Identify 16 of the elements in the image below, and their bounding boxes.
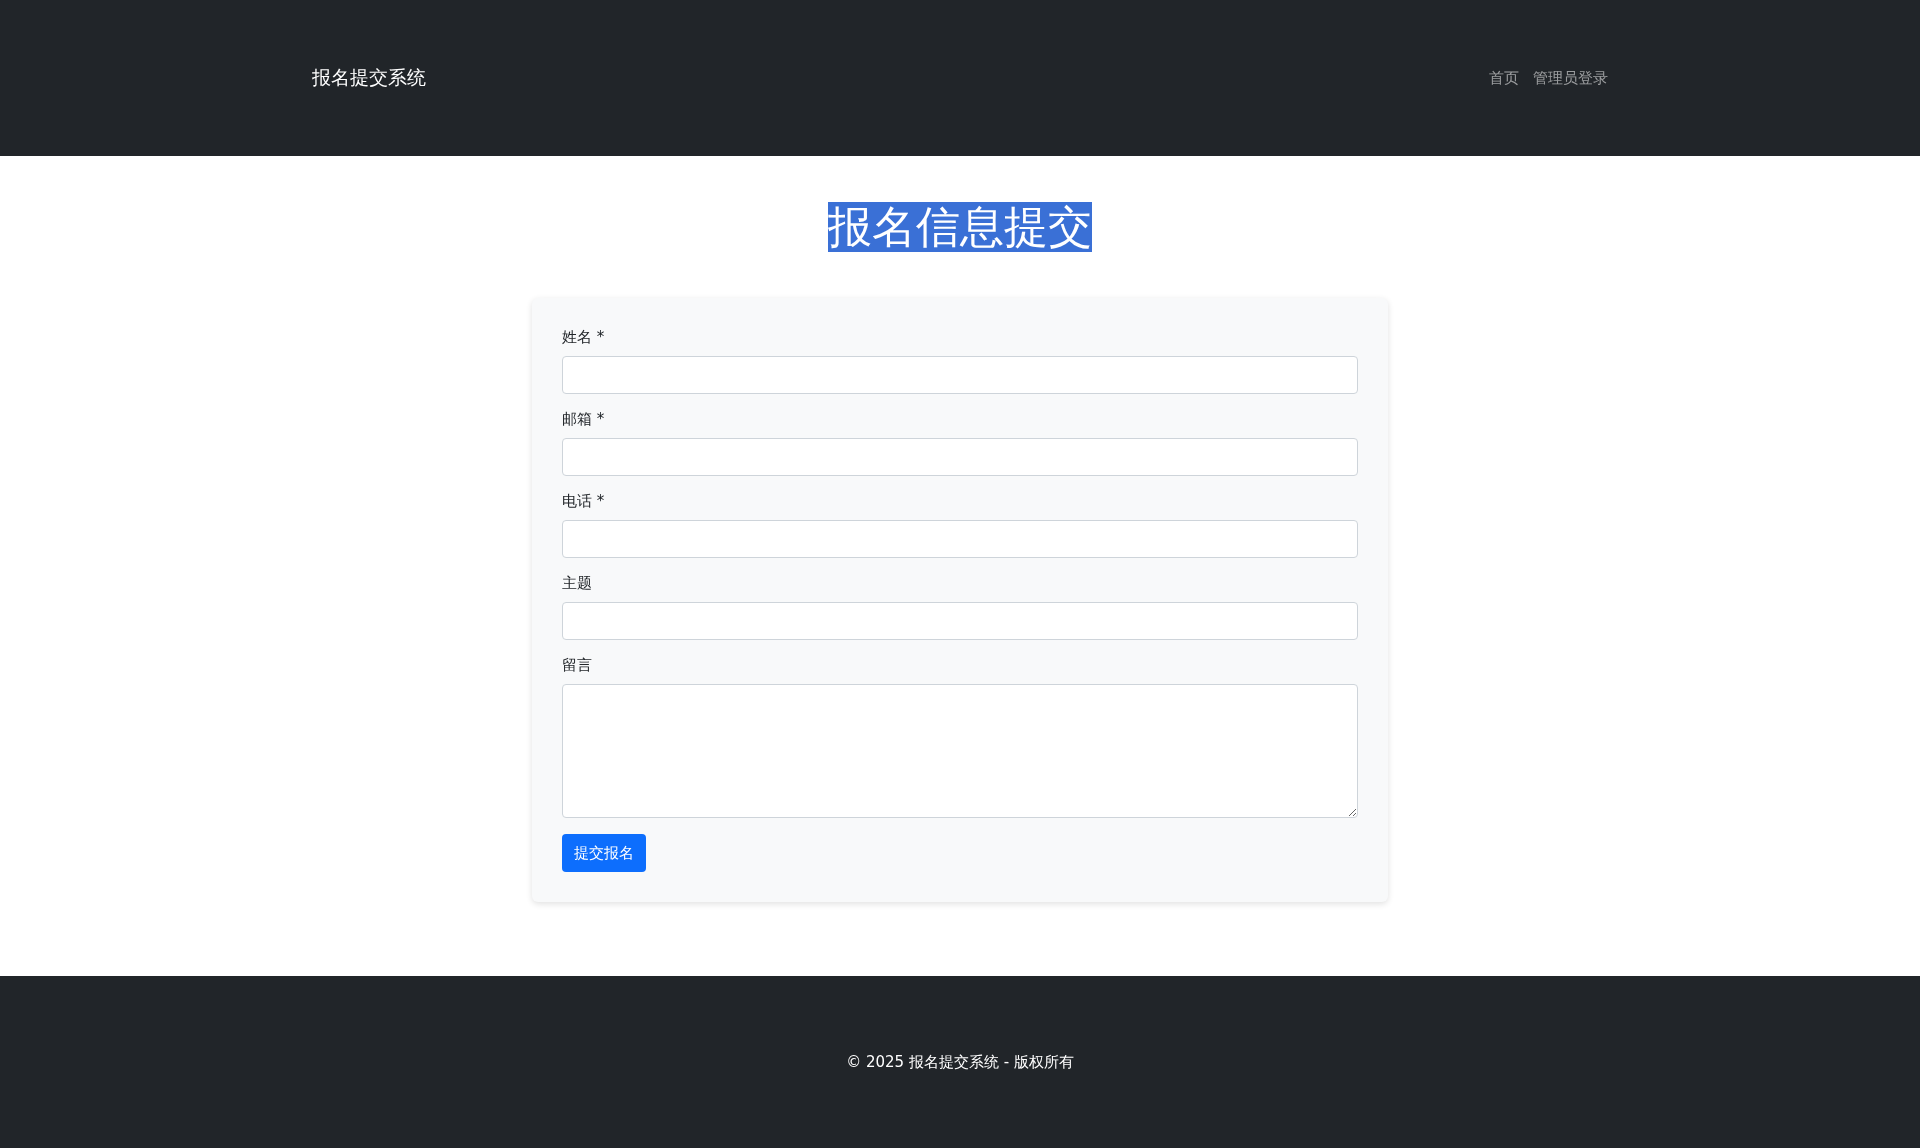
field-label: 邮箱 * (562, 410, 606, 429)
nav-link[interactable]: 管理员登录 (1533, 68, 1608, 88)
submit-button[interactable]: 提交报名 (562, 834, 646, 872)
page-title: 报名信息提交 (828, 202, 1092, 252)
message-field[interactable] (562, 684, 1358, 818)
field-label: 留言 (562, 656, 593, 675)
field-label: 主题 (562, 574, 593, 593)
field-label: 姓名 * (562, 328, 606, 347)
input-field[interactable] (562, 520, 1358, 558)
copyright-text: © 2025 报名提交系统 - 版权所有 (846, 1052, 1074, 1072)
input-field[interactable] (562, 602, 1358, 640)
input-field[interactable] (562, 438, 1358, 476)
site-brand[interactable]: 报名提交系统 (312, 65, 426, 91)
input-field[interactable] (562, 356, 1358, 394)
nav-link[interactable]: 首页 (1489, 68, 1519, 88)
field-label: 电话 * (562, 492, 606, 511)
